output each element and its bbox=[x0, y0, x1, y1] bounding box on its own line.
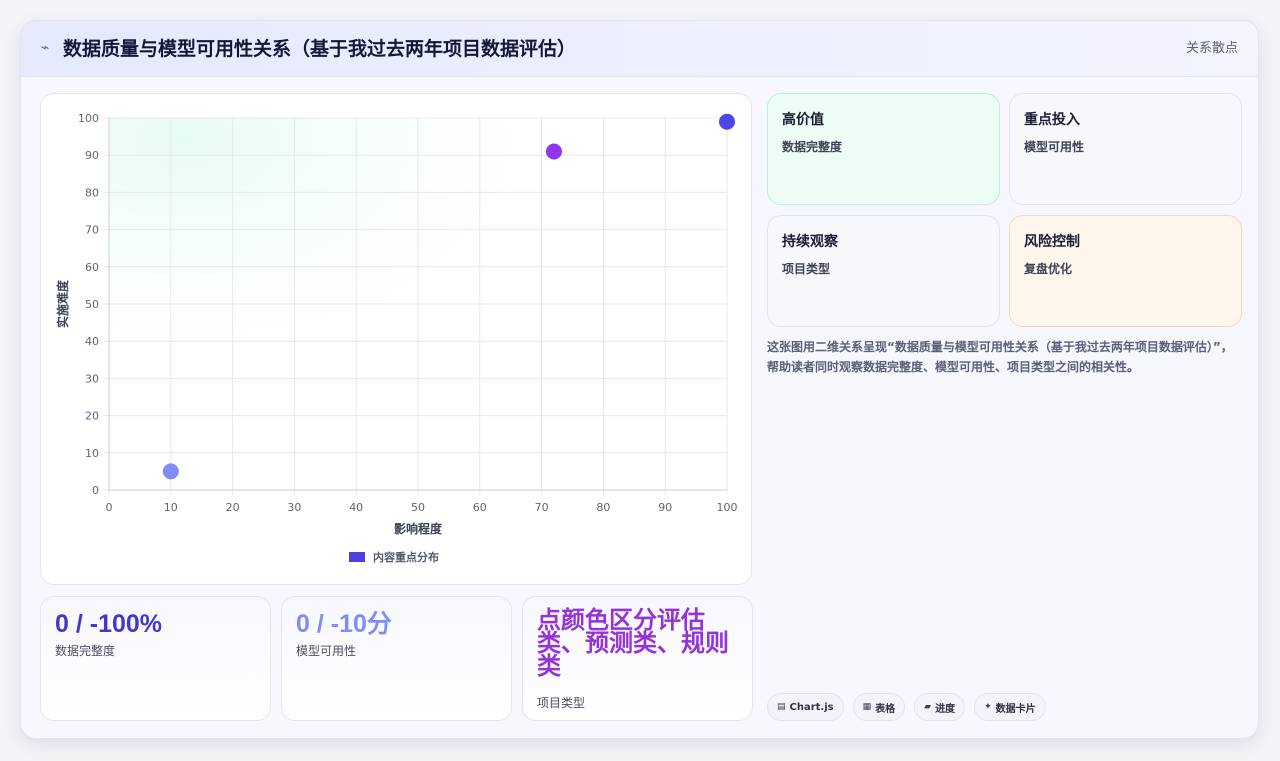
quadrant-subtitle: 模型可用性 bbox=[1024, 140, 1085, 154]
chip-label: Chart.js bbox=[789, 701, 834, 713]
legend-label: 内容重点分布 bbox=[373, 551, 439, 564]
progress-icon: ▰ bbox=[924, 702, 932, 712]
kpi-card-model-usability: 0 / -10分 模型可用性 bbox=[281, 596, 512, 721]
y-tick-label: 30 bbox=[85, 372, 99, 385]
kpi-value: 0 / -100% bbox=[55, 610, 163, 638]
sparkle-icon: ✦ bbox=[984, 702, 992, 712]
y-tick-label: 70 bbox=[85, 224, 99, 237]
scatter-point[interactable] bbox=[162, 463, 179, 480]
chart-description: 这张图用二维关系呈现“数据质量与模型可用性关系（基于我过去两年项目数据评估）”，… bbox=[767, 340, 1233, 374]
quadrant-subtitle: 复盘优化 bbox=[1024, 262, 1073, 276]
x-tick-label: 0 bbox=[106, 501, 113, 514]
x-tick-label: 20 bbox=[226, 501, 240, 514]
chip-progress[interactable]: ▰ 进度 bbox=[914, 693, 966, 721]
scatter-point[interactable] bbox=[545, 143, 562, 160]
chip-label: 进度 bbox=[935, 703, 956, 715]
chart-icon: ▤ bbox=[777, 702, 786, 712]
chip-table[interactable]: ▦ 表格 bbox=[852, 693, 906, 721]
quadrant-key-investment[interactable]: 重点投入 模型可用性 bbox=[1009, 93, 1242, 205]
y-tick-label: 100 bbox=[78, 112, 99, 125]
y-tick-label: 50 bbox=[85, 298, 99, 311]
chip-label: 表格 bbox=[875, 703, 896, 715]
y-tick-label: 90 bbox=[85, 149, 99, 162]
tag-chips: ▤ Chart.js ▦ 表格 ▰ 进度 ✦ 数据卡片 bbox=[767, 693, 1046, 721]
y-axis-label: 实施难度 bbox=[55, 279, 70, 328]
y-tick-label: 80 bbox=[85, 186, 99, 199]
chip-data-card[interactable]: ✦ 数据卡片 bbox=[974, 693, 1046, 721]
y-tick-label: 20 bbox=[85, 410, 99, 423]
x-tick-label: 80 bbox=[596, 501, 610, 514]
quadrant-subtitle: 项目类型 bbox=[782, 262, 831, 276]
quadrant-title: 风险控制 bbox=[1024, 234, 1080, 250]
header: ⌁ 数据质量与模型可用性关系（基于我过去两年项目数据评估） 关系散点 bbox=[21, 21, 1258, 77]
kpi-value: 点颜色区分评估类、预测类、规则类 bbox=[537, 607, 729, 680]
quadrant-high-value[interactable]: 高价值 数据完整度 bbox=[767, 93, 1000, 205]
x-axis-label: 影响程度 bbox=[394, 521, 443, 536]
chip-chartjs[interactable]: ▤ Chart.js bbox=[767, 693, 844, 721]
scatter-chart-panel: 0 10 20 30 40 50 60 70 80 90 100 0 10 20 30 40 50 60 70 80 9… bbox=[40, 93, 752, 585]
chart-type-label: 关系散点 bbox=[1185, 41, 1238, 56]
quadrant-subtitle: 数据完整度 bbox=[782, 140, 843, 154]
quadrant-title: 重点投入 bbox=[1024, 112, 1080, 128]
y-tick-label: 60 bbox=[85, 261, 99, 274]
chip-label: 数据卡片 bbox=[995, 703, 1036, 715]
page-title: 数据质量与模型可用性关系（基于我过去两年项目数据评估） bbox=[63, 38, 577, 60]
x-tick-label: 70 bbox=[535, 501, 549, 514]
x-tick-label: 90 bbox=[658, 501, 672, 514]
y-tick-label: 0 bbox=[92, 484, 99, 497]
legend-swatch bbox=[349, 552, 365, 562]
table-icon: ▦ bbox=[862, 702, 872, 712]
x-tick-label: 30 bbox=[287, 501, 301, 514]
scatter-point[interactable] bbox=[719, 113, 735, 130]
x-tick-label: 60 bbox=[473, 501, 487, 514]
kpi-label: 项目类型 bbox=[537, 696, 586, 710]
quadrant-title: 高价值 bbox=[782, 112, 824, 128]
kpi-value: 0 / -10分 bbox=[296, 610, 392, 638]
main-card: ⌁ 数据质量与模型可用性关系（基于我过去两年项目数据评估） 关系散点 0 10 20… bbox=[20, 20, 1259, 739]
activity-icon: ⌁ bbox=[41, 40, 50, 56]
kpi-card-data-completeness: 0 / -100% 数据完整度 bbox=[40, 596, 271, 721]
x-tick-label: 100 bbox=[717, 501, 738, 514]
quadrant-observe[interactable]: 持续观察 项目类型 bbox=[767, 215, 1000, 327]
y-tick-label: 10 bbox=[85, 447, 99, 460]
kpi-label: 模型可用性 bbox=[296, 644, 357, 658]
x-tick-label: 50 bbox=[411, 501, 425, 514]
y-tick-label: 40 bbox=[85, 335, 99, 348]
x-tick-label: 10 bbox=[164, 501, 178, 514]
kpi-card-project-type: 点颜色区分评估类、预测类、规则类 项目类型 bbox=[522, 596, 753, 721]
x-tick-label: 40 bbox=[349, 501, 363, 514]
kpi-label: 数据完整度 bbox=[55, 644, 116, 658]
scatter-chart[interactable]: 0 10 20 30 40 50 60 70 80 90 100 0 10 20 30 40 50 60 70 80 9… bbox=[41, 94, 752, 585]
chart-legend[interactable]: 内容重点分布 bbox=[349, 548, 439, 566]
quadrant-risk-control[interactable]: 风险控制 复盘优化 bbox=[1009, 215, 1242, 327]
quadrant-title: 持续观察 bbox=[782, 234, 838, 250]
